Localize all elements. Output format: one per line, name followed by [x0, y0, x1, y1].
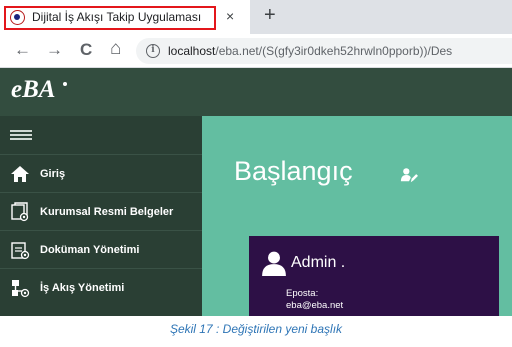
home-icon[interactable]: ⌂ [110, 38, 121, 60]
eba-app: eBA Giriş Kurumsal Resmi Belgeler Doküma… [0, 68, 512, 316]
address-bar[interactable]: i localhost/eba.net/(S(gfy3ir0dkeh52hrwl… [136, 38, 512, 64]
sidebar-item-dokuman-yonetimi[interactable]: Doküman Yönetimi [0, 230, 202, 268]
main-content: Başlangıç Admin . Eposta: eba@eba.net [202, 116, 512, 316]
email-label: Eposta: [286, 288, 319, 299]
site-info-icon[interactable]: i [146, 44, 160, 58]
sidebar-item-label: Doküman Yönetimi [40, 244, 140, 256]
figure-caption: Şekil 17 : Değiştirilen yeni başlık [169, 322, 343, 336]
user-icon [262, 251, 286, 276]
eba-logo[interactable]: eBA [11, 76, 55, 104]
tab-title: Dijital İş Akışı Takip Uygulaması [32, 10, 202, 24]
url-host: localhost [168, 44, 216, 58]
url-path: /eba.net/(S(gfy3ir0dkeh52hrwln0pporb))/D… [215, 44, 453, 58]
sidebar-item-is-akis-yonetimi[interactable]: İş Akış Yönetimi [0, 268, 202, 306]
browser-tab[interactable]: Dijital İş Akışı Takip Uygulaması × [0, 0, 250, 34]
eba-favicon-icon [10, 10, 25, 25]
document-stack-icon [11, 202, 29, 222]
logo-trademark-dot [63, 82, 67, 86]
sidebar-item-kurumsal-resmi-belgeler[interactable]: Kurumsal Resmi Belgeler [0, 192, 202, 230]
sidebar-item-label: Kurumsal Resmi Belgeler [40, 206, 174, 218]
sidebar-item-label: İş Akış Yönetimi [40, 282, 125, 294]
back-arrow-icon[interactable]: ← [14, 40, 31, 60]
hamburger-menu-icon[interactable] [10, 130, 32, 140]
user-card: Admin . Eposta: eba@eba.net [249, 236, 499, 316]
new-tab-button[interactable]: + [264, 4, 276, 27]
page-title: Başlangıç [234, 156, 353, 186]
reload-icon[interactable]: C [80, 40, 92, 60]
workflow-icon [12, 280, 30, 298]
forward-arrow-icon[interactable]: → [46, 40, 63, 60]
email-value: eba@eba.net [286, 300, 344, 311]
url-text: localhost/eba.net/(S(gfy3ir0dkeh52hrwln0… [168, 44, 452, 58]
tab-close-icon[interactable]: × [226, 8, 234, 24]
sidebar-item-giris[interactable]: Giriş [0, 154, 202, 192]
browser-window: Dijital İş Akışı Takip Uygulaması × + ← … [0, 0, 512, 316]
sidebar-item-label: Giriş [40, 168, 66, 180]
home-icon [11, 166, 29, 182]
tab-strip: Dijital İş Akışı Takip Uygulaması × + [0, 0, 512, 34]
sidebar: Giriş Kurumsal Resmi Belgeler Doküman Yö… [0, 116, 202, 316]
toolbar: ← → C ⌂ i localhost/eba.net/(S(gfy3ir0dk… [0, 34, 512, 68]
user-edit-icon[interactable] [400, 166, 418, 184]
app-header: eBA [0, 68, 512, 116]
user-name: Admin . [291, 254, 346, 271]
document-manage-icon [11, 242, 30, 260]
